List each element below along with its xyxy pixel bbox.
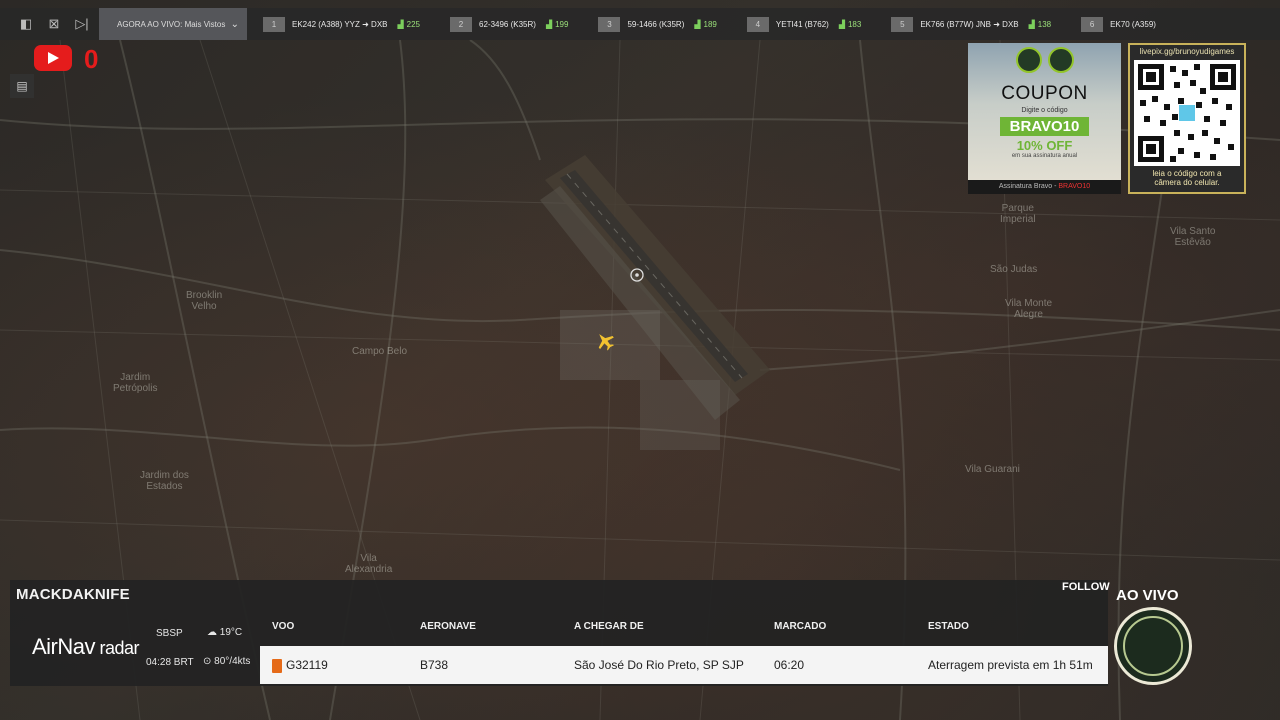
flight-tab-label: YETI41 (B762) [775,19,829,29]
map-label-parque-imperial: Parque Imperial [1000,203,1036,225]
live-label: AO VIVO [1116,587,1179,604]
map-label-brooklin: Brooklin Velho [186,290,223,312]
flight-number: G32119 [286,658,328,672]
flight-tab-number: 2 [450,16,473,32]
top-bar: ◧ ⊠ ▷| AGORA AO VIVO: Mais Vistos ⌄ 1 EK… [0,8,1280,40]
coupon-url-prefix: Assinatura Bravo - [998,183,1059,190]
flight-tab-number: 3 [598,16,621,32]
flight-tab-1[interactable]: 1 EK242 (A388) YYZ ➜ DXB ▟ 225 [263,8,420,40]
origin: São José Do Rio Preto, SP SJP [574,658,744,672]
map-label-sao-judas: São Judas [990,264,1038,275]
seat-icon: ▟ [545,19,553,29]
column-header-status: ESTADO [928,621,969,632]
flight-tab-seats: 183 [847,19,862,29]
map-label-vila-santo-estevao: Vila Santo Estêvão [1170,226,1216,248]
flight-tab-label: EK242 (A388) YYZ ➜ DXB [292,19,388,29]
radar-logo-icon [1047,47,1074,73]
flight-tab-2[interactable]: 2 62-3496 (K35R) ▟ 199 [450,8,568,40]
column-header-flight: VOO [272,621,295,632]
brand-bold: AirNav [32,634,96,659]
youtube-counter: 0 [84,44,99,74]
flight-tab-number: 4 [746,16,769,32]
qr-code-icon [1134,60,1240,166]
airport-icao: SBSP [156,628,183,639]
map-label-jardim-dos-estados: Jardim dos Estados [140,470,189,492]
qr-caption: leia o código com a câmera do celular. [1130,169,1244,187]
flight-tab-number: 5 [891,16,914,32]
map-label-vila-monte-alegre: Vila Monte Alegre [1005,298,1053,320]
seat-icon: ▟ [694,19,701,29]
flight-tab-6[interactable]: 6 EK70 (A359) [1081,8,1156,40]
aircraft-type: B738 [420,658,449,672]
qr-panel: livepix.gg/brunoyudigames leia o código … [1128,43,1246,194]
map-label-campo-belo: Campo Belo [352,346,408,357]
column-header-aircraft: AERONAVE [420,621,476,632]
column-header-scheduled: MARCADO [774,621,827,632]
map-label-vila-alexandria: Vila Alexandria [345,553,393,575]
map-label-jardim-petropolis: Jardim Petrópolis [113,372,158,394]
now-live-dropdown[interactable]: AGORA AO VIVO: Mais Vistos ⌄ [99,8,247,40]
flight-tab-number: 1 [263,16,285,32]
map-label-vila-guarani: Vila Guarani [965,464,1020,475]
flight-tab-label: EK70 (A359) [1110,19,1156,29]
badge-inner-ring [1123,616,1183,676]
airnav-radar-logo: AirNav radar [32,634,140,660]
flight-row[interactable]: G32119 B738 São José Do Rio Preto, SP SJ… [260,646,1108,684]
airline-logo-icon [272,659,282,673]
flight-tab-3[interactable]: 3 59-1466 (K35R) ▟ 189 [598,8,717,40]
temperature-value: 19°C [219,627,243,638]
streamer-username: MACKDAKNIFE [16,586,130,603]
flight-tab-seats: 189 [703,19,717,29]
flight-tab-4[interactable]: 4 YETI41 (B762) ▟ 183 [746,8,862,40]
flight-tab-5[interactable]: 5 EK766 (B77W) JNB ➜ DXB ▟ 138 [891,8,1051,40]
coupon-code: BRAVO10 [999,117,1090,136]
qr-caption-line2: câmera do celular. [1154,178,1220,187]
list-panel-icon[interactable]: ▤ [10,74,34,98]
flight-tab-label: 62-3496 (K35R) [479,19,536,29]
channel-badge-icon [1114,607,1192,685]
flight-tab-seats: 225 [406,19,421,29]
coupon-fine-print: em sua assinatura anual [1011,153,1078,159]
coupon-ad: COUPON Digite o código BRAVO10 10% OFF e… [968,43,1121,194]
brand-seal-icon [1015,47,1042,73]
column-header-arriving-from: A CHEGAR DE [574,621,644,632]
now-live-label: AGORA AO VIVO: Mais Vistos [117,19,226,29]
scheduled-time: 06:20 [774,658,805,672]
next-icon[interactable]: ▷| [68,8,96,40]
flight-tab-label: EK766 (B77W) JNB ➜ DXB [920,19,1019,29]
wind: ⊙ 80°/4kts [203,656,250,667]
flight-tab-number: 6 [1081,16,1104,32]
coupon-title: COUPON [1001,83,1088,104]
qr-url: livepix.gg/brunoyudigames [1139,47,1235,56]
wind-compass-icon: ⊙ [203,656,215,667]
sidebar-toggle-icon[interactable]: ◧ [12,8,40,40]
wind-value: 80°/4kts [214,656,251,667]
temperature: ☁ 19°C [207,627,242,638]
coupon-url: Assinatura Bravo - BRAVO10 radar.com/sub… [968,180,1121,194]
chevron-down-icon: ⌄ [230,18,239,30]
flight-tab-seats: 199 [555,19,569,29]
flight-info-bar: MACKDAKNIFE FOLLOW AirNav radar SBSP 04:… [10,580,1110,686]
youtube-logo-icon [34,45,72,71]
close-window-icon[interactable]: ⊠ [40,8,68,40]
local-time: 04:28 BRT [146,657,194,668]
seat-icon: ▟ [397,19,404,29]
qr-caption-line1: leia o código com a [1152,169,1222,178]
brand-thin: radar [95,638,140,658]
coupon-subtitle: Digite o código [1021,107,1068,114]
follow-button[interactable]: FOLLOW [1062,581,1110,593]
cloud-icon: ☁ [207,627,220,638]
flight-tab-seats: 138 [1037,19,1052,29]
seat-icon: ▟ [1028,19,1035,29]
seat-icon: ▟ [838,19,845,29]
flight-status: Aterragem prevista em 1h 51m [928,658,1093,672]
flight-tab-label: 59-1466 (K35R) [627,19,685,29]
coupon-discount: 10% OFF [1016,138,1073,153]
